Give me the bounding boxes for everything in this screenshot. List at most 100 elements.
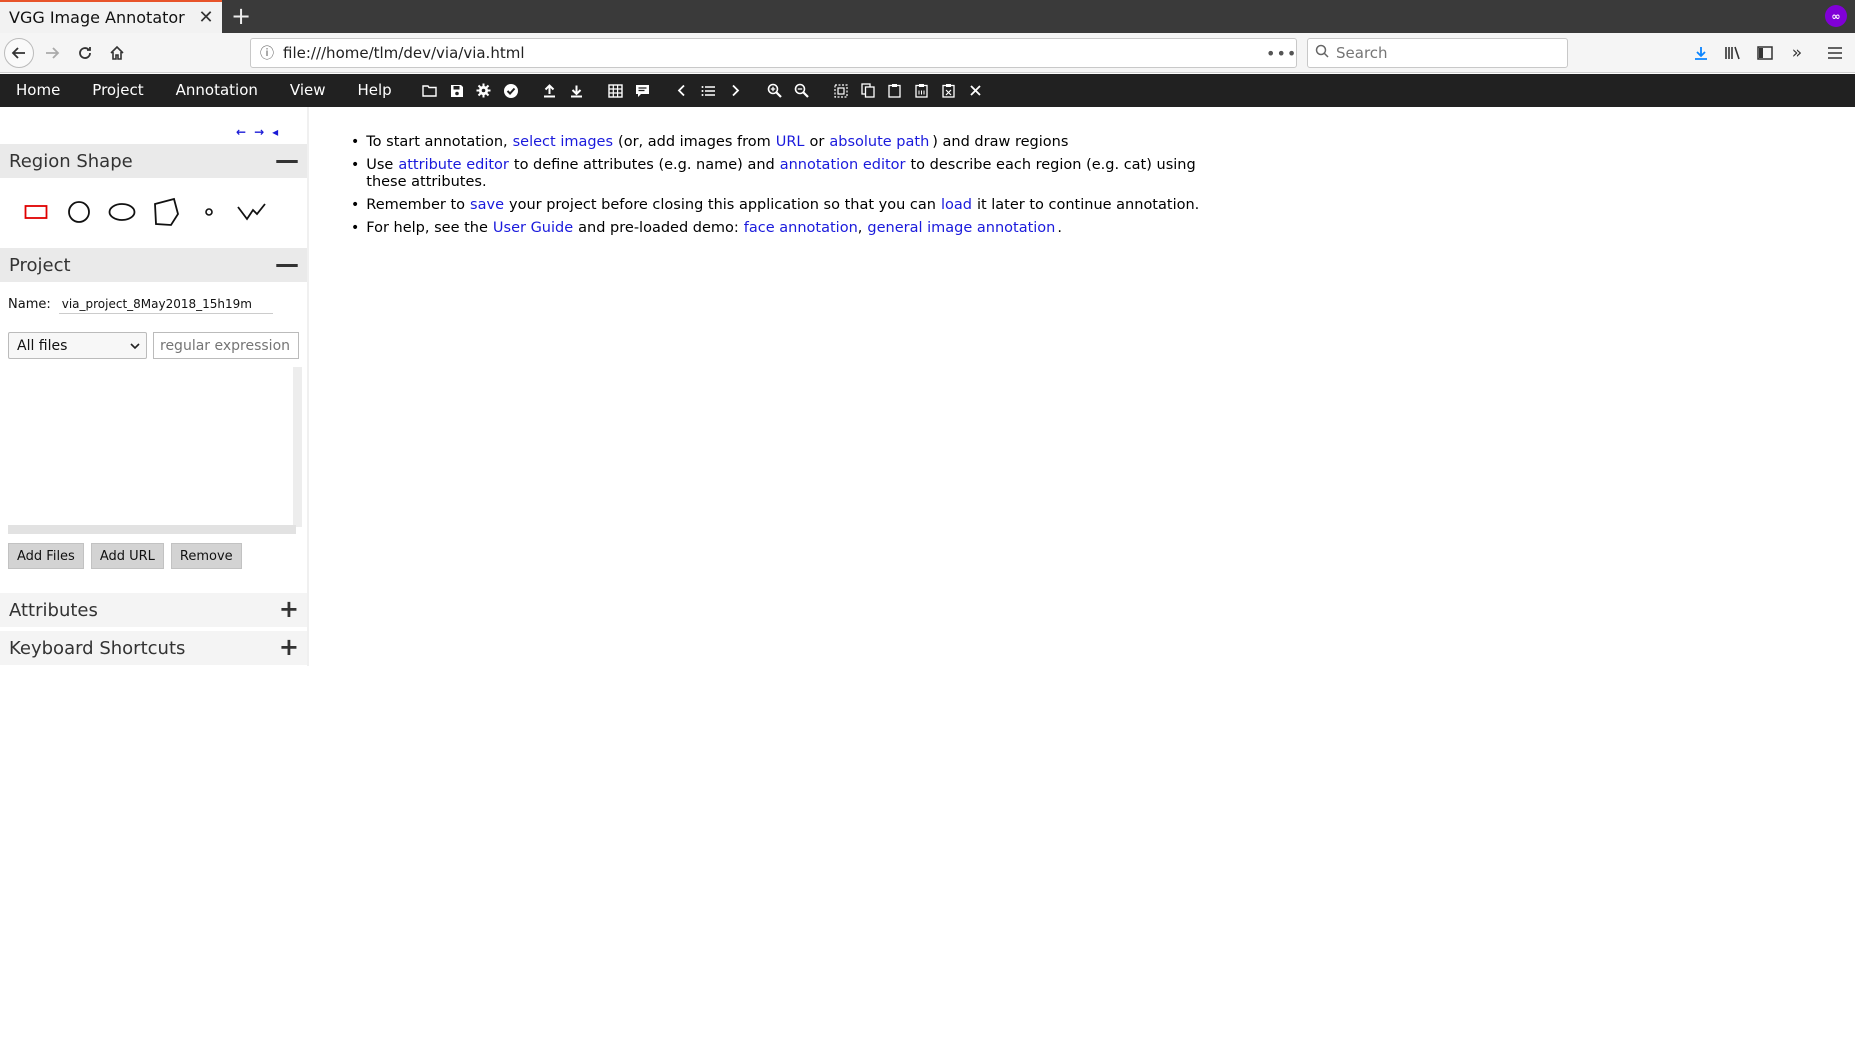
project-name-label: Name: [8,296,51,312]
paste-icon[interactable] [881,74,908,107]
search-bar[interactable] [1307,38,1568,68]
region-shape-header[interactable]: Region Shape — [0,144,307,178]
add-url-link[interactable]: URL [776,134,805,150]
forward-icon[interactable] [37,38,67,68]
search-input[interactable] [1336,44,1556,62]
comment-icon[interactable] [629,74,656,107]
instruction-text: For help, see the [366,220,488,236]
absolute-path-link[interactable]: absolute path [829,134,929,150]
menu-annotation[interactable]: Annotation [160,74,274,107]
project-title: Project [9,254,71,276]
attribute-editor-link[interactable]: attribute editor [398,157,509,173]
downloads-icon[interactable] [1688,40,1714,66]
close-icon[interactable] [962,74,989,107]
ellipse-shape-icon[interactable] [101,193,144,231]
project-header[interactable]: Project — [0,248,307,282]
expand-icon[interactable]: + [279,634,299,660]
collapse-icon[interactable]: — [275,251,299,277]
page-actions-icon[interactable]: ••• [1266,44,1296,63]
sidebar-grow-icon[interactable]: → [254,125,264,139]
library-icon[interactable] [1720,40,1746,66]
add-url-button[interactable]: Add URL [90,543,164,569]
tab-close-icon[interactable]: ✕ [194,6,218,30]
next-icon[interactable] [722,74,749,107]
delete-region-icon[interactable] [935,74,962,107]
copy-icon[interactable] [854,74,881,107]
browser-navbar: ⓘ file:///home/tlm/dev/via/via.html ••• … [0,33,1855,73]
project-name-input[interactable] [58,294,273,314]
download-icon[interactable] [563,74,590,107]
file-list-vertical-scrollbar[interactable] [293,367,302,527]
polygon-shape-icon[interactable] [144,193,187,231]
instruction-text: Remember to [366,197,466,213]
private-browsing-icon: ∞ [1825,5,1847,27]
polyline-shape-icon[interactable] [231,193,274,231]
left-sidebar: ← → ◂ Region Shape — Project — Name: via… [0,107,309,666]
user-guide-link[interactable]: User Guide [493,220,573,236]
start-info-panel: • To start annotation, select images (or, … [351,134,1251,243]
browser-tab[interactable]: VGG Image Annotator ✕ [0,0,222,33]
general-image-annotation-link[interactable]: general image annotation [867,220,1055,236]
upload-icon[interactable] [536,74,563,107]
sidebar-hide-icon[interactable]: ◂ [272,125,278,139]
new-tab-icon[interactable]: + [229,3,253,30]
annotation-editor-link[interactable]: annotation editor [780,157,906,173]
check-icon[interactable] [497,74,524,107]
menu-home[interactable]: Home [0,74,76,107]
circle-shape-icon[interactable] [57,193,100,231]
remove-button[interactable]: Remove [170,543,242,569]
zoom-in-icon[interactable] [761,74,788,107]
sidebar-shrink-icon[interactable]: ← [236,125,246,139]
hamburger-menu-icon[interactable] [1822,40,1848,66]
load-link[interactable]: load [941,197,972,213]
keyboard-shortcuts-title: Keyboard Shortcuts [9,637,186,659]
project-buttons: Add Files Add URL Remove [8,543,242,569]
open-folder-icon[interactable] [416,74,443,107]
save-link[interactable]: save [470,197,504,213]
expand-icon[interactable]: + [279,596,299,622]
region-shape-selector [14,193,274,231]
via-menubar: Home Project Annotation View Help [0,74,1855,107]
save-icon[interactable] [443,74,470,107]
list-icon[interactable] [695,74,722,107]
menu-help[interactable]: Help [342,74,408,107]
overflow-menu-icon[interactable]: » [1784,40,1810,66]
add-files-button[interactable]: Add Files [8,543,84,569]
select-all-icon[interactable] [827,74,854,107]
instruction-text: , [857,220,863,236]
reload-icon[interactable] [70,38,100,68]
url-text[interactable]: file:///home/tlm/dev/via/via.html [283,44,1266,62]
bullet-icon: • [351,157,360,173]
file-list[interactable] [8,367,302,534]
home-icon[interactable] [102,38,132,68]
collapse-icon[interactable]: — [275,147,299,173]
face-annotation-link[interactable]: face annotation [744,220,858,236]
instruction-text: Use [366,157,394,173]
instruction-text: ) and draw regions [932,134,1069,150]
attributes-header[interactable]: Attributes + [0,593,307,627]
menu-project[interactable]: Project [76,74,159,107]
sidebar-icon[interactable] [1752,40,1778,66]
instruction-item: • Remember to save your project before clo… [351,197,1251,214]
file-filter-row: All files [8,332,299,359]
settings-icon[interactable] [470,74,497,107]
previous-icon[interactable] [668,74,695,107]
paste-multi-icon[interactable] [908,74,935,107]
grid-icon[interactable] [602,74,629,107]
point-shape-icon[interactable] [187,193,230,231]
rectangle-shape-icon[interactable] [14,193,57,231]
menu-view[interactable]: View [274,74,342,107]
back-icon[interactable] [4,38,34,68]
file-list-horizontal-scrollbar[interactable] [8,525,296,534]
bullet-icon: • [351,197,360,213]
sidebar-resize-controls: ← → ◂ [236,125,278,139]
instruction-text: (or, add images from [618,134,771,150]
bullet-icon: • [351,134,360,150]
select-images-link[interactable]: select images [513,134,613,150]
url-bar[interactable]: ⓘ file:///home/tlm/dev/via/via.html ••• [250,38,1297,68]
regex-filter-input[interactable] [153,332,299,359]
file-filter-select[interactable]: All files [8,332,147,359]
zoom-out-icon[interactable] [788,74,815,107]
info-icon[interactable]: ⓘ [251,43,283,63]
keyboard-shortcuts-header[interactable]: Keyboard Shortcuts + [0,631,307,665]
